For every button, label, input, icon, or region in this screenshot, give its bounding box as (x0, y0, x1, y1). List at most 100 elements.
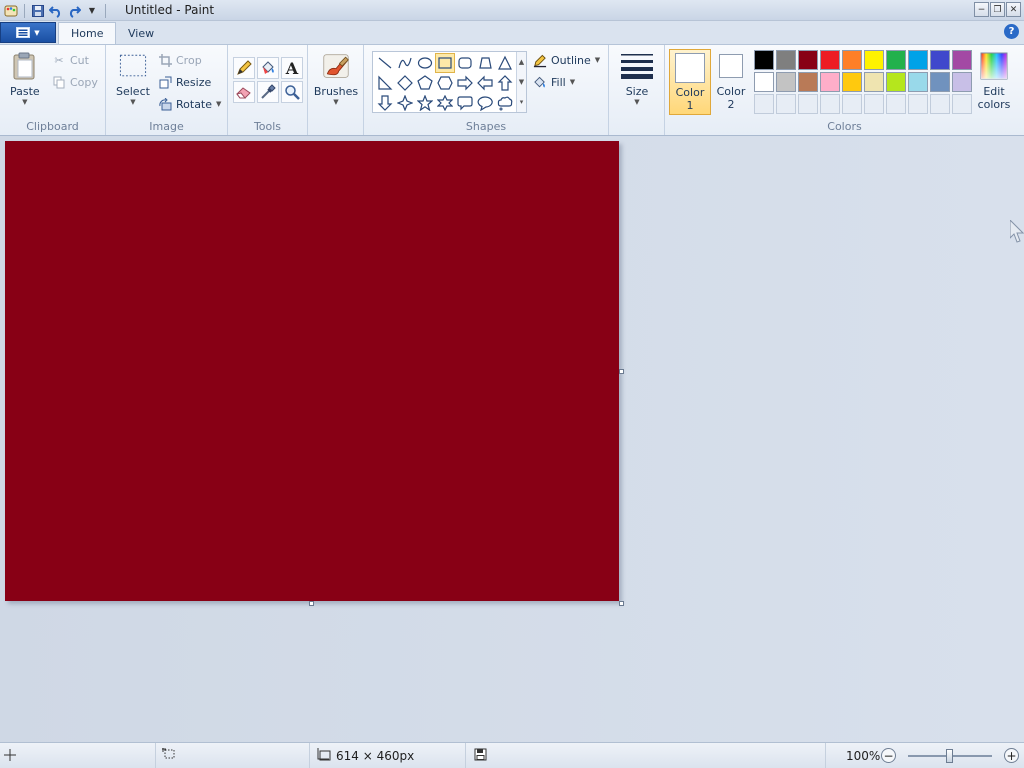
rounded-callout-shape-icon[interactable] (455, 93, 475, 113)
undo-icon[interactable] (47, 2, 65, 19)
cloud-callout-shape-icon[interactable] (495, 93, 515, 113)
copy-button[interactable]: Copy (52, 73, 98, 91)
rounded-rectangle-shape-icon[interactable] (455, 53, 475, 73)
rectangle-shape-icon[interactable] (435, 53, 455, 73)
tab-home[interactable]: Home (58, 22, 117, 44)
hexagon-shape-icon[interactable] (435, 73, 455, 93)
fill-button[interactable]: Fill ▼ (533, 73, 575, 91)
palette-color-swatch[interactable] (754, 50, 774, 70)
qat-separator (24, 3, 25, 18)
palette-color-swatch[interactable] (798, 72, 818, 92)
paint-menu-button[interactable]: ▼ (0, 22, 56, 43)
palette-custom-color-slot[interactable] (842, 94, 862, 114)
canvas-resize-handle-bottom[interactable] (309, 601, 314, 606)
palette-color-swatch[interactable] (820, 72, 840, 92)
palette-color-swatch[interactable] (908, 50, 928, 70)
size-button[interactable]: Size ▼ (619, 51, 655, 106)
paint-app-icon[interactable] (2, 2, 20, 19)
palette-custom-color-slot[interactable] (864, 94, 884, 114)
outline-button[interactable]: Outline ▼ (533, 51, 600, 69)
palette-custom-color-slot[interactable] (798, 94, 818, 114)
eraser-icon[interactable] (233, 81, 255, 103)
right-arrow-shape-icon[interactable] (455, 73, 475, 93)
left-arrow-shape-icon[interactable] (475, 73, 495, 93)
palette-color-swatch[interactable] (798, 50, 818, 70)
resize-button[interactable]: Resize (158, 73, 211, 91)
six-point-star-shape-icon[interactable] (435, 93, 455, 113)
line-shape-icon[interactable] (375, 53, 395, 73)
zoom-slider-thumb[interactable] (946, 749, 953, 763)
color-1-button[interactable]: Color 1 (669, 49, 711, 115)
palette-custom-color-slot[interactable] (820, 94, 840, 114)
palette-color-swatch[interactable] (930, 50, 950, 70)
scroll-down-icon[interactable]: ▼ (519, 78, 524, 86)
canvas-resize-handle-corner[interactable] (619, 601, 624, 606)
oval-callout-shape-icon[interactable] (475, 93, 495, 113)
palette-color-swatch[interactable] (952, 72, 972, 92)
palette-color-swatch[interactable] (754, 72, 774, 92)
select-button[interactable]: Select ▼ (116, 51, 150, 106)
restore-button[interactable]: ❐ (990, 2, 1005, 17)
palette-custom-color-slot[interactable] (930, 94, 950, 114)
palette-custom-color-slot[interactable] (886, 94, 906, 114)
brushes-label: Brushes (313, 85, 359, 98)
close-button[interactable]: ✕ (1006, 2, 1021, 17)
color-1-label-line2: 1 (686, 99, 694, 112)
shapes-scrollbar[interactable]: ▲ ▼ ▾ (516, 52, 526, 112)
help-icon[interactable]: ? (1004, 24, 1019, 39)
palette-color-swatch[interactable] (886, 50, 906, 70)
palette-color-swatch[interactable] (886, 72, 906, 92)
curve-shape-icon[interactable] (395, 53, 415, 73)
oval-shape-icon[interactable] (415, 53, 435, 73)
palette-color-swatch[interactable] (864, 72, 884, 92)
palette-color-swatch[interactable] (776, 50, 796, 70)
redo-icon[interactable] (65, 2, 83, 19)
selection-size-icon (162, 748, 176, 764)
edit-colors-button[interactable]: Edit colors (974, 51, 1014, 111)
palette-color-swatch[interactable] (908, 72, 928, 92)
scroll-up-icon[interactable]: ▲ (519, 58, 524, 66)
four-point-star-shape-icon[interactable] (395, 93, 415, 113)
magnifier-icon[interactable] (281, 81, 303, 103)
cut-button[interactable]: ✂ Cut (52, 51, 89, 69)
palette-color-swatch[interactable] (820, 50, 840, 70)
canvas-resize-handle-right[interactable] (619, 369, 624, 374)
palette-custom-color-slot[interactable] (754, 94, 774, 114)
chevron-down-icon: ▼ (130, 98, 136, 106)
text-tool-icon[interactable]: A (281, 57, 303, 79)
drawing-canvas[interactable] (5, 141, 619, 601)
down-arrow-shape-icon[interactable] (375, 93, 395, 113)
zoom-out-button[interactable]: − (881, 748, 896, 763)
paste-button[interactable]: Paste ▼ (10, 51, 40, 106)
zoom-in-button[interactable]: + (1004, 748, 1019, 763)
right-triangle-shape-icon[interactable] (375, 73, 395, 93)
palette-custom-color-slot[interactable] (952, 94, 972, 114)
chevron-down-icon: ▼ (634, 98, 640, 106)
rotate-button[interactable]: Rotate ▼ (158, 95, 221, 113)
customize-qat-chevron-down-icon[interactable]: ▼ (83, 2, 101, 19)
crop-button[interactable]: Crop (158, 51, 202, 69)
fill-bucket-icon[interactable] (257, 57, 279, 79)
polygon-shape-icon[interactable] (475, 53, 495, 73)
palette-color-swatch[interactable] (930, 72, 950, 92)
diamond-shape-icon[interactable] (395, 73, 415, 93)
tab-view[interactable]: View (116, 22, 166, 44)
up-arrow-shape-icon[interactable] (495, 73, 515, 93)
palette-custom-color-slot[interactable] (908, 94, 928, 114)
palette-color-swatch[interactable] (776, 72, 796, 92)
expand-gallery-icon[interactable]: ▾ (520, 98, 524, 106)
pencil-icon[interactable] (233, 57, 255, 79)
save-icon[interactable] (29, 2, 47, 19)
palette-color-swatch[interactable] (864, 50, 884, 70)
palette-color-swatch[interactable] (842, 50, 862, 70)
palette-custom-color-slot[interactable] (776, 94, 796, 114)
color-picker-icon[interactable] (257, 81, 279, 103)
brushes-button[interactable]: Brushes ▼ (314, 51, 358, 106)
color-2-button[interactable]: Color 2 (713, 49, 749, 115)
palette-color-swatch[interactable] (952, 50, 972, 70)
palette-color-swatch[interactable] (842, 72, 862, 92)
triangle-shape-icon[interactable] (495, 53, 515, 73)
five-point-star-shape-icon[interactable] (415, 93, 435, 113)
minimize-button[interactable]: − (974, 2, 989, 17)
pentagon-shape-icon[interactable] (415, 73, 435, 93)
